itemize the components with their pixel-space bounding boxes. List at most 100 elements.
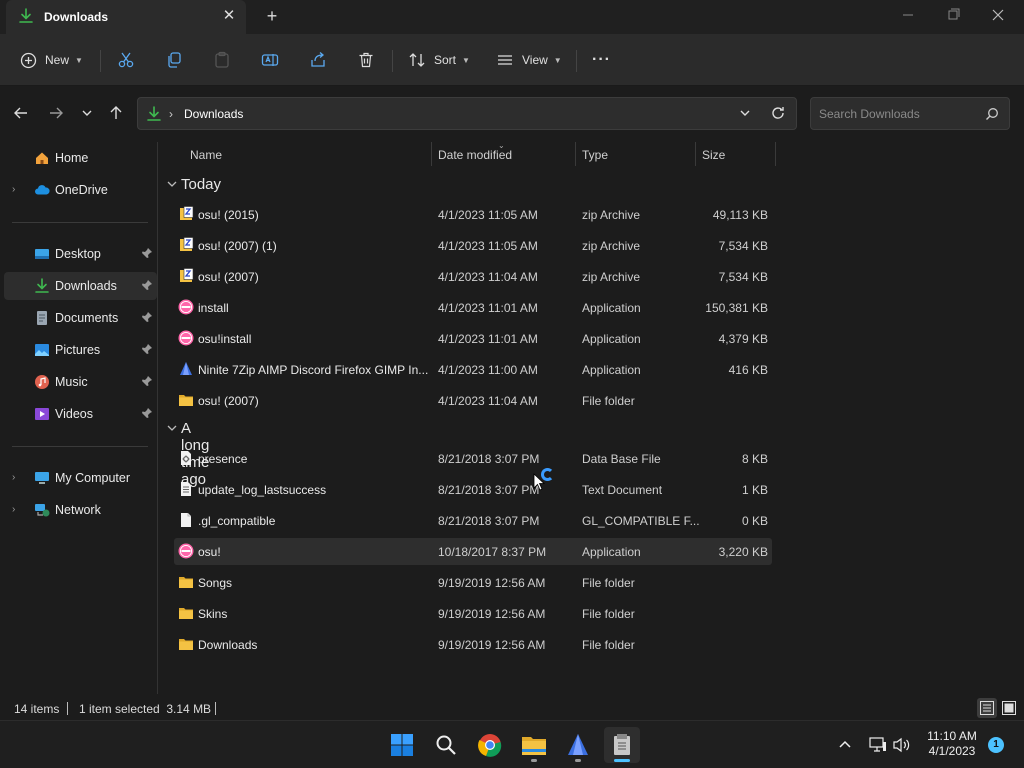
chevron-up-icon[interactable] (838, 738, 852, 752)
sidebar-item-documents[interactable]: Documents (4, 304, 157, 332)
file-row[interactable]: osu! (2007) 4/1/2023 11:04 AM zip Archiv… (174, 263, 772, 290)
pin-icon[interactable] (141, 279, 153, 291)
file-row[interactable]: Downloads 9/19/2019 12:56 AM File folder (174, 631, 772, 658)
pin-icon[interactable] (141, 375, 153, 387)
sidebar-item-downloads[interactable]: Downloads (4, 272, 157, 300)
new-tab-button[interactable]: + (262, 6, 282, 26)
file-name: osu! (2007) (198, 394, 259, 408)
file-row[interactable]: update_log_lastsuccess 8/21/2018 3:07 PM… (174, 476, 772, 503)
taskbar-chrome-button[interactable] (472, 727, 508, 763)
notification-badge[interactable]: 1 (988, 737, 1004, 753)
status-divider (215, 702, 216, 715)
more-options-button[interactable]: ··· (592, 46, 611, 74)
volume-icon[interactable] (893, 737, 911, 753)
taskbar-clock[interactable]: 11:10 AM 4/1/2023 (916, 729, 988, 759)
pin-icon[interactable] (141, 247, 153, 259)
chevron-down-icon: ▼ (75, 55, 83, 65)
sidebar-item-my-computer[interactable]: › My Computer (4, 464, 157, 492)
paste-button[interactable] (213, 46, 231, 74)
search-input[interactable] (819, 106, 979, 122)
file-row[interactable]: Ninite 7Zip AIMP Discord Firefox GIMP In… (174, 356, 772, 383)
rename-button[interactable] (261, 46, 279, 74)
sidebar-item-label: Desktop (55, 247, 101, 261)
expand-chevron-icon[interactable]: › (12, 184, 15, 195)
pin-icon[interactable] (141, 343, 153, 355)
file-row[interactable]: osu! (2007) (1) 4/1/2023 11:05 AM zip Ar… (174, 232, 772, 259)
sidebar-item-music[interactable]: Music (4, 368, 157, 396)
taskbar-search-button[interactable] (428, 727, 464, 763)
start-button[interactable] (384, 727, 420, 763)
tab-close-button[interactable]: ✕ (220, 7, 238, 25)
taskbar-file-explorer-button[interactable] (516, 727, 552, 763)
sidebar-item-pictures[interactable]: Pictures (4, 336, 157, 364)
column-header-date[interactable]: Date modified (438, 148, 512, 162)
column-header-name[interactable]: Name (190, 148, 222, 162)
sort-icon (409, 53, 425, 67)
file-type: GL_COMPATIBLE F... (582, 514, 700, 528)
file-row[interactable]: osu! (2007) 4/1/2023 11:04 AM File folde… (174, 387, 772, 414)
tab-downloads[interactable]: Downloads ✕ (6, 0, 246, 34)
folder-icon (179, 577, 193, 588)
copy-button[interactable] (165, 46, 183, 74)
view-button[interactable]: View ▼ (496, 46, 562, 74)
address-bar[interactable]: › Downloads (137, 97, 797, 130)
taskbar-ninite-button[interactable] (560, 727, 596, 763)
file-row[interactable]: Skins 9/19/2019 12:56 AM File folder (174, 600, 772, 627)
taskbar-installer-button[interactable] (604, 727, 640, 763)
file-row[interactable]: install 4/1/2023 11:01 AM Application 15… (174, 294, 772, 321)
column-header-type[interactable]: Type (582, 148, 608, 162)
file-row[interactable]: .gl_compatible 8/21/2018 3:07 PM GL_COMP… (174, 507, 772, 534)
folder-icon (179, 639, 193, 650)
pin-icon[interactable] (141, 407, 153, 419)
blank-file-icon (181, 513, 191, 527)
back-button[interactable] (10, 102, 32, 124)
new-button[interactable]: New ▼ (20, 46, 83, 74)
pin-icon[interactable] (141, 311, 153, 323)
chevron-down-icon[interactable] (738, 106, 752, 120)
share-button[interactable] (309, 46, 327, 74)
search-box[interactable] (810, 97, 1010, 130)
sidebar-item-home[interactable]: Home (4, 144, 157, 172)
details-view-button[interactable] (977, 698, 997, 718)
maximize-icon[interactable] (938, 4, 968, 26)
cut-button[interactable] (117, 46, 135, 74)
breadcrumb-downloads[interactable]: Downloads (184, 107, 243, 121)
sidebar-item-onedrive[interactable]: › OneDrive (4, 176, 157, 204)
sidebar-item-network[interactable]: › Network (4, 496, 157, 524)
breadcrumb-chevron-icon[interactable]: › (169, 107, 173, 121)
tiles-view-button[interactable] (999, 698, 1019, 718)
sidebar-item-desktop[interactable]: Desktop (4, 240, 157, 268)
file-row-selected[interactable]: osu! 10/18/2017 8:37 PM Application 3,22… (174, 538, 772, 565)
recent-locations-button[interactable] (76, 102, 98, 124)
column-header-size[interactable]: Size (702, 148, 725, 162)
folder-icon (179, 395, 193, 406)
delete-button[interactable] (357, 46, 375, 74)
column-divider[interactable] (695, 142, 696, 166)
file-size: 4,379 KB (718, 332, 768, 346)
file-row[interactable]: osu!install 4/1/2023 11:01 AM Applicatio… (174, 325, 772, 352)
column-divider[interactable] (575, 142, 576, 166)
file-type: zip Archive (582, 270, 641, 284)
file-name: Ninite 7Zip AIMP Discord Firefox GIMP In… (198, 363, 428, 377)
file-row[interactable]: Songs 9/19/2019 12:56 AM File folder (174, 569, 772, 596)
network-icon (35, 504, 50, 517)
column-divider[interactable] (775, 142, 776, 166)
file-row[interactable]: osu! (2015) 4/1/2023 11:05 AM zip Archiv… (174, 201, 772, 228)
sort-button[interactable]: Sort ▼ (408, 46, 470, 74)
forward-button[interactable] (45, 102, 67, 124)
search-icon[interactable] (985, 107, 999, 121)
sidebar-item-videos[interactable]: Videos (4, 400, 157, 428)
expand-chevron-icon[interactable]: › (12, 472, 15, 483)
file-type: Application (582, 363, 641, 377)
new-label: New (45, 53, 70, 67)
up-button[interactable] (105, 102, 127, 124)
expand-chevron-icon[interactable]: › (12, 504, 15, 515)
file-type: File folder (582, 394, 635, 408)
file-row[interactable]: presence 8/21/2018 3:07 PM Data Base Fil… (174, 445, 772, 472)
minimize-icon[interactable] (893, 4, 923, 26)
close-window-icon[interactable] (983, 4, 1013, 26)
column-divider[interactable] (431, 142, 432, 166)
refresh-icon[interactable] (770, 105, 786, 121)
sidebar-item-label: Music (55, 375, 88, 389)
network-tray-icon[interactable] (869, 737, 887, 753)
